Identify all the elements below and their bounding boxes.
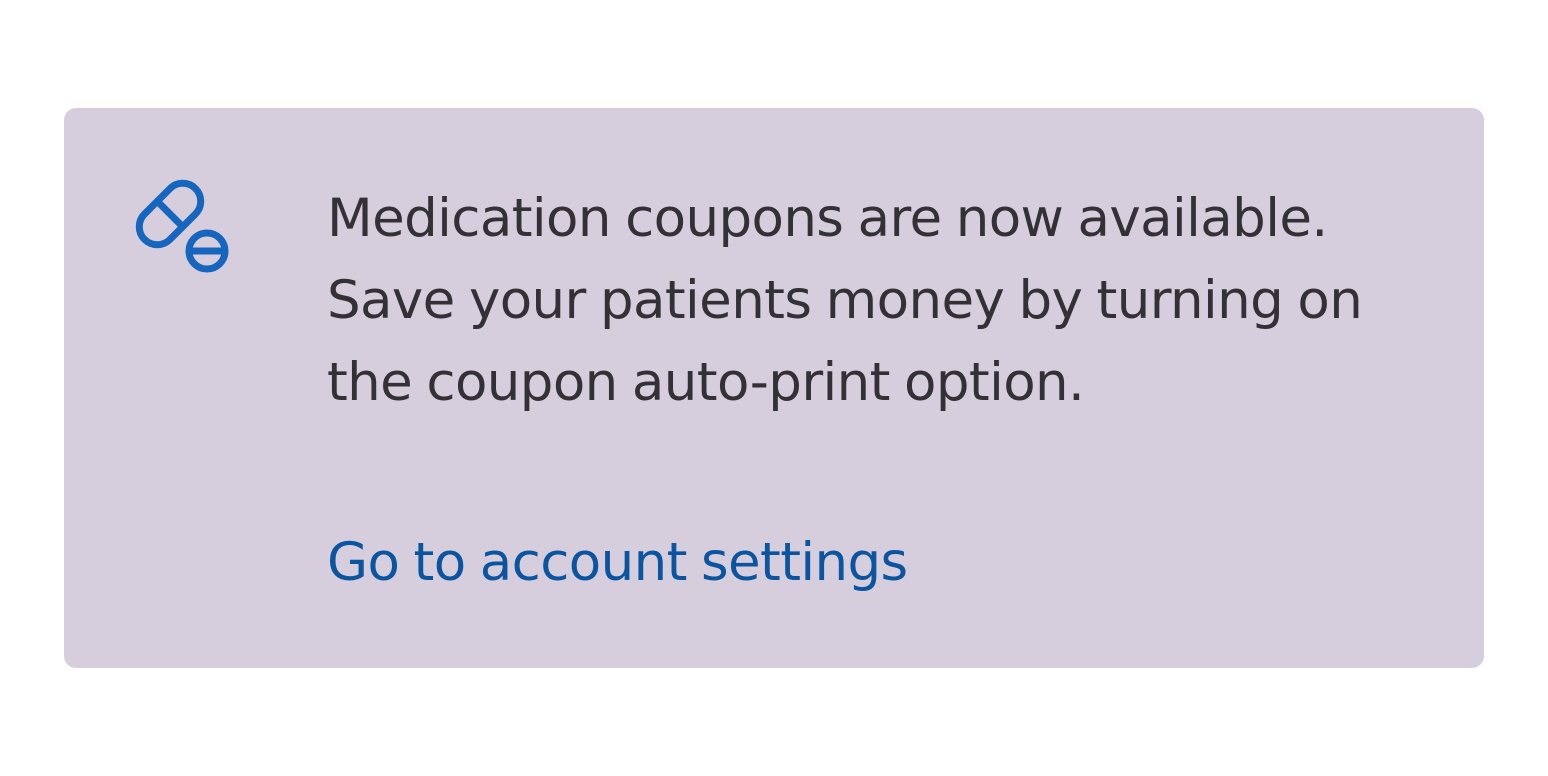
pill-icon	[124, 170, 232, 274]
message-line: Medication coupons are now available.	[327, 188, 1328, 249]
notification-message: Medication coupons are now available. Sa…	[327, 178, 1437, 424]
message-line: the coupon auto-print option.	[327, 352, 1085, 413]
message-line: Save your patients money by turning on	[327, 270, 1363, 331]
account-settings-link[interactable]: Go to account settings	[327, 522, 908, 604]
